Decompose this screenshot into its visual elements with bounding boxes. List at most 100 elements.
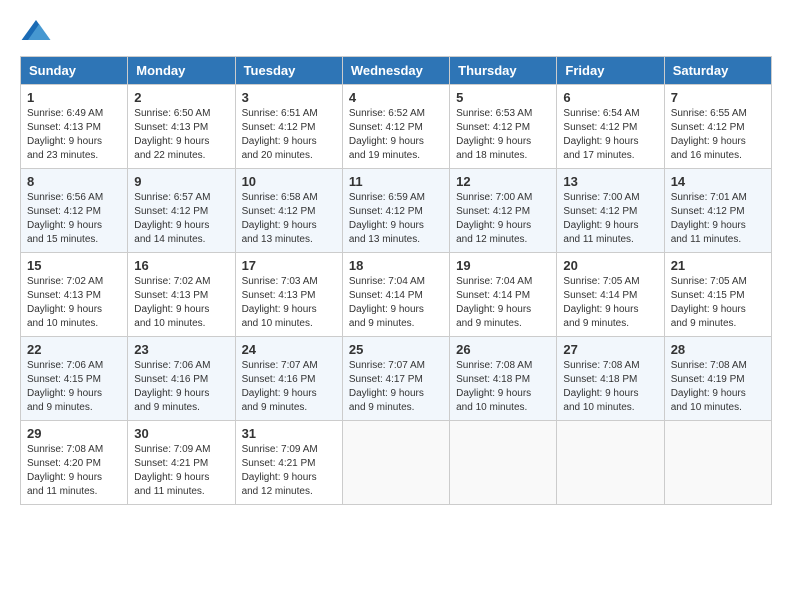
day-number: 14 <box>671 174 765 189</box>
day-info: Sunrise: 7:06 AMSunset: 4:16 PMDaylight:… <box>134 359 228 415</box>
calendar-cell: 29 Sunrise: 7:08 AMSunset: 4:20 PMDayligh… <box>21 421 128 505</box>
day-number: 12 <box>456 174 550 189</box>
day-info: Sunrise: 7:05 AMSunset: 4:15 PMDaylight:… <box>671 275 765 331</box>
calendar-cell: 14 Sunrise: 7:01 AMSunset: 4:12 PMDayligh… <box>664 169 771 253</box>
day-info: Sunrise: 7:07 AMSunset: 4:16 PMDaylight:… <box>242 359 336 415</box>
calendar-cell: 8 Sunrise: 6:56 AMSunset: 4:12 PMDaylight… <box>21 169 128 253</box>
day-number: 17 <box>242 258 336 273</box>
calendar-cell: 16Sunrise: 7:02 AMSunset: 4:13 PMDayligh… <box>128 253 235 337</box>
calendar-cell <box>557 421 664 505</box>
calendar-cell: 27 Sunrise: 7:08 AMSunset: 4:18 PMDayligh… <box>557 337 664 421</box>
logo-icon <box>20 16 52 48</box>
day-number: 1 <box>27 90 121 105</box>
day-number: 21 <box>671 258 765 273</box>
day-info: Sunrise: 7:08 AMSunset: 4:19 PMDaylight:… <box>671 359 765 415</box>
day-info: Sunrise: 6:57 AMSunset: 4:12 PMDaylight:… <box>134 191 228 247</box>
day-info: Sunrise: 7:00 AMSunset: 4:12 PMDaylight:… <box>456 191 550 247</box>
calendar-cell <box>450 421 557 505</box>
day-number: 29 <box>27 426 121 441</box>
calendar-cell: 10 Sunrise: 6:58 AMSunset: 4:12 PMDayligh… <box>235 169 342 253</box>
calendar-cell: 21 Sunrise: 7:05 AMSunset: 4:15 PMDayligh… <box>664 253 771 337</box>
day-info: Sunrise: 6:59 AMSunset: 4:12 PMDaylight:… <box>349 191 443 247</box>
day-number: 22 <box>27 342 121 357</box>
day-info: Sunrise: 7:09 AMSunset: 4:21 PMDaylight:… <box>134 443 228 499</box>
day-info: Sunrise: 7:04 AMSunset: 4:14 PMDaylight:… <box>349 275 443 331</box>
day-number: 26 <box>456 342 550 357</box>
day-info: Sunrise: 7:06 AMSunset: 4:15 PMDaylight:… <box>27 359 121 415</box>
calendar-cell: 28 Sunrise: 7:08 AMSunset: 4:19 PMDayligh… <box>664 337 771 421</box>
day-info: Sunrise: 7:08 AMSunset: 4:20 PMDaylight:… <box>27 443 121 499</box>
calendar-cell: 24Sunrise: 7:07 AMSunset: 4:16 PMDayligh… <box>235 337 342 421</box>
day-info: Sunrise: 6:54 AMSunset: 4:12 PMDaylight:… <box>563 107 657 163</box>
day-info: Sunrise: 6:53 AMSunset: 4:12 PMDaylight:… <box>456 107 550 163</box>
day-number: 8 <box>27 174 121 189</box>
day-number: 25 <box>349 342 443 357</box>
day-info: Sunrise: 7:07 AMSunset: 4:17 PMDaylight:… <box>349 359 443 415</box>
day-number: 4 <box>349 90 443 105</box>
day-number: 18 <box>349 258 443 273</box>
column-header-thursday: Thursday <box>450 57 557 85</box>
calendar-cell: 22 Sunrise: 7:06 AMSunset: 4:15 PMDayligh… <box>21 337 128 421</box>
logo <box>20 16 56 48</box>
day-info: Sunrise: 6:51 AMSunset: 4:12 PMDaylight:… <box>242 107 336 163</box>
calendar-table: SundayMondayTuesdayWednesdayThursdayFrid… <box>20 56 772 505</box>
calendar-cell: 15 Sunrise: 7:02 AMSunset: 4:13 PMDayligh… <box>21 253 128 337</box>
day-info: Sunrise: 7:02 AMSunset: 4:13 PMDaylight:… <box>27 275 121 331</box>
week-row-1: 1 Sunrise: 6:49 AMSunset: 4:13 PMDaylight… <box>21 85 772 169</box>
calendar-cell: 17 Sunrise: 7:03 AMSunset: 4:13 PMDayligh… <box>235 253 342 337</box>
calendar-cell: 31 Sunrise: 7:09 AMSunset: 4:21 PMDayligh… <box>235 421 342 505</box>
column-header-sunday: Sunday <box>21 57 128 85</box>
day-number: 7 <box>671 90 765 105</box>
day-info: Sunrise: 7:01 AMSunset: 4:12 PMDaylight:… <box>671 191 765 247</box>
day-number: 10 <box>242 174 336 189</box>
day-info: Sunrise: 7:08 AMSunset: 4:18 PMDaylight:… <box>563 359 657 415</box>
day-info: Sunrise: 7:05 AMSunset: 4:14 PMDaylight:… <box>563 275 657 331</box>
day-number: 15 <box>27 258 121 273</box>
day-info: Sunrise: 6:55 AMSunset: 4:12 PMDaylight:… <box>671 107 765 163</box>
column-header-wednesday: Wednesday <box>342 57 449 85</box>
calendar-cell: 9 Sunrise: 6:57 AMSunset: 4:12 PMDaylight… <box>128 169 235 253</box>
column-header-monday: Monday <box>128 57 235 85</box>
day-number: 3 <box>242 90 336 105</box>
day-number: 13 <box>563 174 657 189</box>
day-number: 31 <box>242 426 336 441</box>
day-number: 28 <box>671 342 765 357</box>
page-container: SundayMondayTuesdayWednesdayThursdayFrid… <box>20 16 772 505</box>
day-info: Sunrise: 7:09 AMSunset: 4:21 PMDaylight:… <box>242 443 336 499</box>
day-number: 6 <box>563 90 657 105</box>
column-header-saturday: Saturday <box>664 57 771 85</box>
calendar-cell: 6 Sunrise: 6:54 AMSunset: 4:12 PMDaylight… <box>557 85 664 169</box>
day-number: 2 <box>134 90 228 105</box>
column-header-friday: Friday <box>557 57 664 85</box>
week-row-2: 8 Sunrise: 6:56 AMSunset: 4:12 PMDaylight… <box>21 169 772 253</box>
day-info: Sunrise: 7:02 AMSunset: 4:13 PMDaylight:… <box>134 275 228 331</box>
calendar-cell: 4Sunrise: 6:52 AMSunset: 4:12 PMDaylight… <box>342 85 449 169</box>
day-info: Sunrise: 6:58 AMSunset: 4:12 PMDaylight:… <box>242 191 336 247</box>
header <box>20 16 772 48</box>
day-info: Sunrise: 7:08 AMSunset: 4:18 PMDaylight:… <box>456 359 550 415</box>
day-number: 9 <box>134 174 228 189</box>
week-row-5: 29 Sunrise: 7:08 AMSunset: 4:20 PMDayligh… <box>21 421 772 505</box>
calendar-cell: 19 Sunrise: 7:04 AMSunset: 4:14 PMDayligh… <box>450 253 557 337</box>
calendar-cell: 26 Sunrise: 7:08 AMSunset: 4:18 PMDayligh… <box>450 337 557 421</box>
calendar-cell <box>664 421 771 505</box>
calendar-cell <box>342 421 449 505</box>
calendar-cell: 3 Sunrise: 6:51 AMSunset: 4:12 PMDaylight… <box>235 85 342 169</box>
calendar-cell: 18 Sunrise: 7:04 AMSunset: 4:14 PMDayligh… <box>342 253 449 337</box>
calendar-cell: 12 Sunrise: 7:00 AMSunset: 4:12 PMDayligh… <box>450 169 557 253</box>
day-info: Sunrise: 7:03 AMSunset: 4:13 PMDaylight:… <box>242 275 336 331</box>
day-number: 23 <box>134 342 228 357</box>
day-info: Sunrise: 6:56 AMSunset: 4:12 PMDaylight:… <box>27 191 121 247</box>
day-number: 19 <box>456 258 550 273</box>
calendar-cell: 1 Sunrise: 6:49 AMSunset: 4:13 PMDaylight… <box>21 85 128 169</box>
calendar-cell: 11Sunrise: 6:59 AMSunset: 4:12 PMDayligh… <box>342 169 449 253</box>
week-row-3: 15 Sunrise: 7:02 AMSunset: 4:13 PMDayligh… <box>21 253 772 337</box>
column-header-tuesday: Tuesday <box>235 57 342 85</box>
calendar-cell: 25 Sunrise: 7:07 AMSunset: 4:17 PMDayligh… <box>342 337 449 421</box>
day-info: Sunrise: 6:49 AMSunset: 4:13 PMDaylight:… <box>27 107 121 163</box>
day-number: 27 <box>563 342 657 357</box>
day-info: Sunrise: 6:50 AMSunset: 4:13 PMDaylight:… <box>134 107 228 163</box>
day-number: 30 <box>134 426 228 441</box>
calendar-cell: 2 Sunrise: 6:50 AMSunset: 4:13 PMDaylight… <box>128 85 235 169</box>
day-info: Sunrise: 7:04 AMSunset: 4:14 PMDaylight:… <box>456 275 550 331</box>
